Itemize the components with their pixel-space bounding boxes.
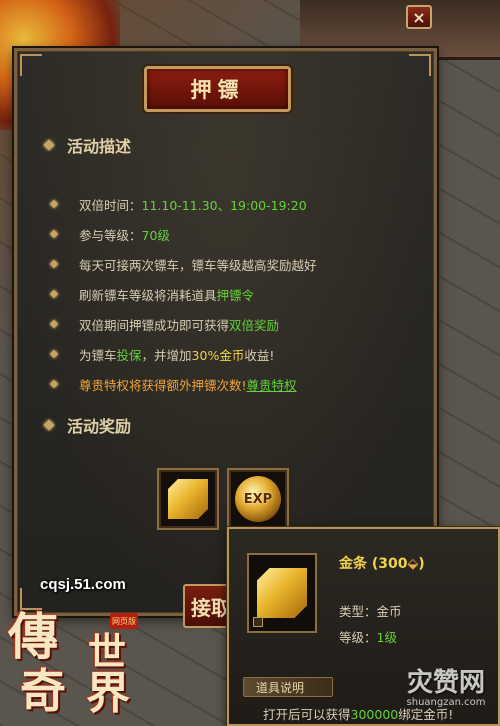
description-item: 双倍期间押镖成功即可获得 双倍奖励 [49, 309, 431, 339]
description-heading-label: 活动描述 [67, 137, 132, 156]
game-logo: 傳 世 奇 界 网页版 [2, 595, 172, 720]
description-text: 收益! [244, 347, 275, 363]
description-item: 尊贵特权将获得额外押镖次数! 尊贵特权 [49, 369, 431, 399]
diamond-icon [49, 289, 59, 299]
diamond-icon [49, 229, 59, 239]
description-item: 参与等级： 70级 [49, 219, 431, 249]
diamond-icon [49, 349, 59, 359]
description-item: 双倍时间： 11.10-11.30、19:00-19:20 [49, 189, 431, 219]
reward-slot-gold[interactable] [157, 468, 219, 530]
close-button[interactable]: × [406, 5, 432, 29]
site-url: cqsj.51.com [40, 576, 126, 593]
tooltip-type-row: 类型：金币 [339, 604, 402, 619]
tooltip-section-label: 道具说明 [243, 677, 333, 697]
logo-char: 奇 [20, 664, 66, 718]
diamond-icon [49, 379, 59, 389]
description-text: 70级 [141, 227, 170, 243]
description-text: ，并增加 [141, 347, 192, 363]
description-item: 每天可接两次镖车，镖车等级越高奖励越好 [49, 249, 431, 279]
diamond-icon [43, 419, 55, 431]
description-list: 双倍时间： 11.10-11.30、19:00-19:20 参与等级： 70级 每天可接… [49, 189, 431, 399]
description-item: 为镖车 投保 ，并增加 30%金币 收益! [49, 339, 431, 369]
description-text: 押镖令 [216, 287, 255, 303]
gold-bar-icon [257, 568, 307, 618]
description-text: 刷新镖车等级将消耗道具 [79, 287, 217, 303]
exp-orb-icon: EXP [235, 476, 281, 522]
description-text: 30%金币 [191, 347, 245, 363]
corner-ornament [20, 54, 42, 76]
description-text: 11.10-11.30、19:00-19:20 [141, 197, 307, 213]
diamond-icon [49, 199, 59, 209]
description-text: 参与等级： [79, 227, 142, 243]
description-text: 每天可接两次镖车，镖车等级越高奖励越好 [79, 257, 317, 273]
description-text: 尊贵特权将获得额外押镖次数! [79, 377, 247, 393]
rewards-heading-label: 活动奖励 [67, 417, 132, 436]
description-text: 双倍时间： [79, 197, 142, 213]
exp-label: EXP [243, 491, 273, 507]
description-heading: 活动描述 [43, 133, 132, 157]
description-text: 投保 [116, 347, 142, 363]
tooltip-item-name: 金条 (300⬙) [339, 556, 425, 572]
diamond-icon [49, 319, 59, 329]
description-text: 双倍期间押镖成功即可获得 [79, 317, 230, 333]
description-text: 双倍奖励 [229, 317, 280, 333]
diamond-icon [49, 259, 59, 269]
description-item: 刷新镖车等级将消耗道具 押镖令 [49, 279, 431, 309]
description-text: 为镖车 [79, 347, 117, 363]
corner-ornament [409, 54, 431, 76]
site-watermark: 灾赞网 shuangzan.com [398, 662, 494, 722]
tooltip-level-row: 等级：1级 [339, 630, 397, 645]
lock-icon [253, 617, 263, 627]
tooltip-item-slot [247, 553, 317, 633]
reward-slot-exp[interactable]: EXP [227, 468, 289, 530]
logo-stamp: 网页版 [110, 613, 138, 629]
privilege-link[interactable]: 尊贵特权 [247, 375, 297, 394]
gold-bar-icon [168, 479, 208, 519]
panel-title: 押镖 [144, 66, 291, 112]
logo-char: 界 [86, 668, 130, 719]
accept-button-label: 接取 [191, 595, 231, 620]
watermark-sub: shuangzan.com [406, 697, 486, 708]
rewards-heading: 活动奖励 [43, 413, 132, 437]
diamond-icon [43, 139, 55, 151]
watermark-main: 灾赞网 [406, 668, 485, 698]
